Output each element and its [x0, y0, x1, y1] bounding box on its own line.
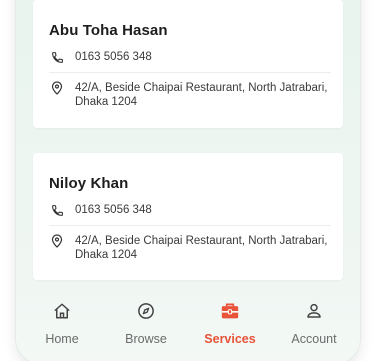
divider	[49, 225, 331, 226]
contact-address: 42/A, Beside Chaipai Restaurant, North J…	[75, 82, 328, 108]
compass-icon	[135, 300, 157, 322]
phone-frame: Abu Toha Hasan 0163 5056 348 42/A, Besid…	[16, 0, 360, 361]
contact-address: 42/A, Beside Chaipai Restaurant, North J…	[75, 235, 328, 261]
home-icon	[51, 300, 73, 322]
tab-browse[interactable]: Browse	[106, 292, 186, 361]
divider	[49, 72, 331, 73]
tab-services[interactable]: Services	[190, 292, 270, 361]
tab-account[interactable]: Account	[274, 292, 354, 361]
tab-home[interactable]: Home	[22, 292, 102, 361]
location-pin-icon	[49, 234, 65, 248]
screen: Abu Toha Hasan 0163 5056 348 42/A, Besid…	[0, 0, 376, 361]
toolbox-icon	[219, 300, 241, 322]
contact-name: Niloy Khan	[49, 175, 129, 192]
contact-card[interactable]: Abu Toha Hasan 0163 5056 348 42/A, Besid…	[33, 0, 343, 128]
contact-address-row: 42/A, Beside Chaipai Restaurant, North J…	[49, 81, 331, 109]
location-pin-icon	[49, 81, 65, 95]
tab-label: Account	[291, 332, 337, 346]
user-icon	[303, 300, 325, 322]
tab-label: Browse	[125, 332, 167, 346]
phone-icon	[49, 50, 65, 64]
phone-icon	[49, 203, 65, 217]
contact-phone: 0163 5056 348	[75, 204, 152, 216]
tab-label: Services	[204, 332, 256, 346]
contact-phone: 0163 5056 348	[75, 51, 152, 63]
bottom-tab-bar: Home Browse Services Account	[16, 292, 360, 361]
contact-card[interactable]: Niloy Khan 0163 5056 348 42/A, Beside Ch…	[33, 153, 343, 280]
tab-label: Home	[45, 332, 79, 346]
contact-name: Abu Toha Hasan	[49, 22, 168, 39]
contact-phone-row[interactable]: 0163 5056 348	[49, 203, 331, 217]
contact-address-row: 42/A, Beside Chaipai Restaurant, North J…	[49, 234, 331, 262]
contact-phone-row[interactable]: 0163 5056 348	[49, 50, 331, 64]
